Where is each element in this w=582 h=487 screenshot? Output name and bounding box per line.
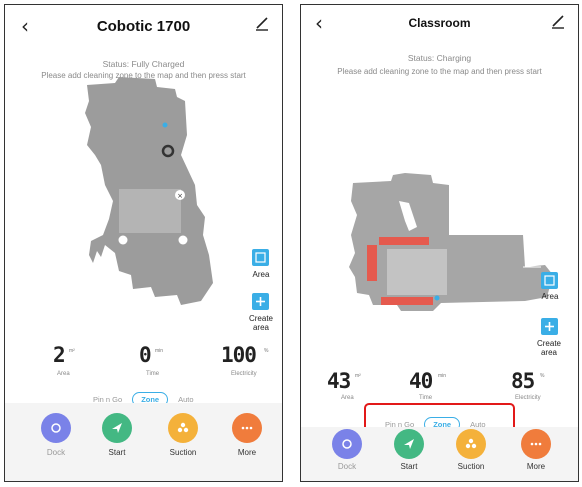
plus-icon [545, 322, 554, 331]
more-button[interactable]: More [516, 429, 556, 471]
dock-button[interactable]: Dock [327, 429, 367, 471]
start-label: Start [400, 462, 418, 471]
dock-icon [41, 413, 71, 443]
area-unit: m² [69, 348, 75, 354]
dock-label: Dock [46, 448, 66, 457]
start-label: Start [108, 448, 126, 457]
dock-button[interactable]: Dock [36, 413, 76, 457]
time-unit: min [155, 348, 164, 354]
electricity-label-text: Electricity [515, 395, 541, 401]
zone-resize-icon[interactable] [178, 235, 188, 245]
more-button[interactable]: More [227, 413, 267, 457]
electricity-label-text: Electricity [231, 371, 257, 377]
area-unit: m² [355, 373, 361, 379]
more-icon [232, 413, 262, 443]
area-icon [544, 275, 555, 286]
create-area-label: Create area [248, 314, 273, 332]
start-icon [394, 429, 424, 459]
more-label: More [526, 462, 546, 471]
dock-label: Dock [337, 462, 357, 471]
suction-button[interactable]: Suction [163, 413, 203, 457]
time-label-text: Time [419, 395, 433, 401]
more-label: More [237, 448, 257, 457]
area-label: Area [541, 292, 559, 301]
plus-icon [256, 297, 265, 306]
electricity-unit: % [264, 348, 269, 354]
area-button[interactable] [541, 272, 558, 289]
area-button[interactable] [252, 249, 269, 266]
phone-screen-right: ‹ Classroom Status: Charging Please add … [300, 4, 579, 482]
start-icon [102, 413, 132, 443]
zone-label-left[interactable] [367, 245, 377, 281]
fan-icon [168, 413, 198, 443]
page: ‹ Cobotic 1700 Status: Fully Charged Ple… [0, 0, 582, 487]
create-area-button[interactable] [252, 293, 269, 310]
zone-rect[interactable] [387, 249, 447, 295]
action-bar: Dock Start Suction More [5, 403, 282, 481]
zone-label-top[interactable] [379, 237, 429, 245]
area-value: 2 [53, 343, 66, 367]
zone-label-bottom[interactable] [381, 297, 433, 305]
area-label-text: Area [341, 395, 354, 401]
area-value: 43 [327, 369, 351, 393]
zone-rotate-icon[interactable] [118, 235, 128, 245]
area-label: Area [252, 270, 270, 279]
zone-rect[interactable] [119, 189, 181, 233]
phone-screen-left: ‹ Cobotic 1700 Status: Fully Charged Ple… [4, 4, 283, 482]
time-label-text: Time [146, 371, 160, 377]
action-bar: Dock Start Suction More [301, 427, 578, 481]
start-button[interactable]: Start [97, 413, 137, 457]
time-unit: min [438, 373, 447, 379]
suction-label: Suction [457, 462, 485, 471]
fan-icon [456, 429, 486, 459]
dock-icon [332, 429, 362, 459]
area-label-text: Area [57, 371, 70, 377]
electricity-unit: % [540, 373, 545, 379]
start-button[interactable]: Start [389, 429, 429, 471]
time-value: 40 [409, 369, 433, 393]
robot-marker [162, 122, 168, 128]
suction-button[interactable]: Suction [451, 429, 491, 471]
cleaning-map[interactable] [301, 5, 579, 335]
suction-label: Suction [169, 448, 197, 457]
svg-text:×: × [177, 192, 183, 200]
electricity-value: 100 [221, 343, 257, 367]
area-icon [255, 252, 266, 263]
create-area-label: Create area [536, 339, 561, 357]
time-value: 0 [139, 343, 152, 367]
cleaning-map[interactable]: × [5, 5, 283, 335]
robot-marker [434, 295, 440, 301]
create-area-button[interactable] [541, 318, 558, 335]
more-icon [521, 429, 551, 459]
electricity-value: 85 [511, 369, 535, 393]
